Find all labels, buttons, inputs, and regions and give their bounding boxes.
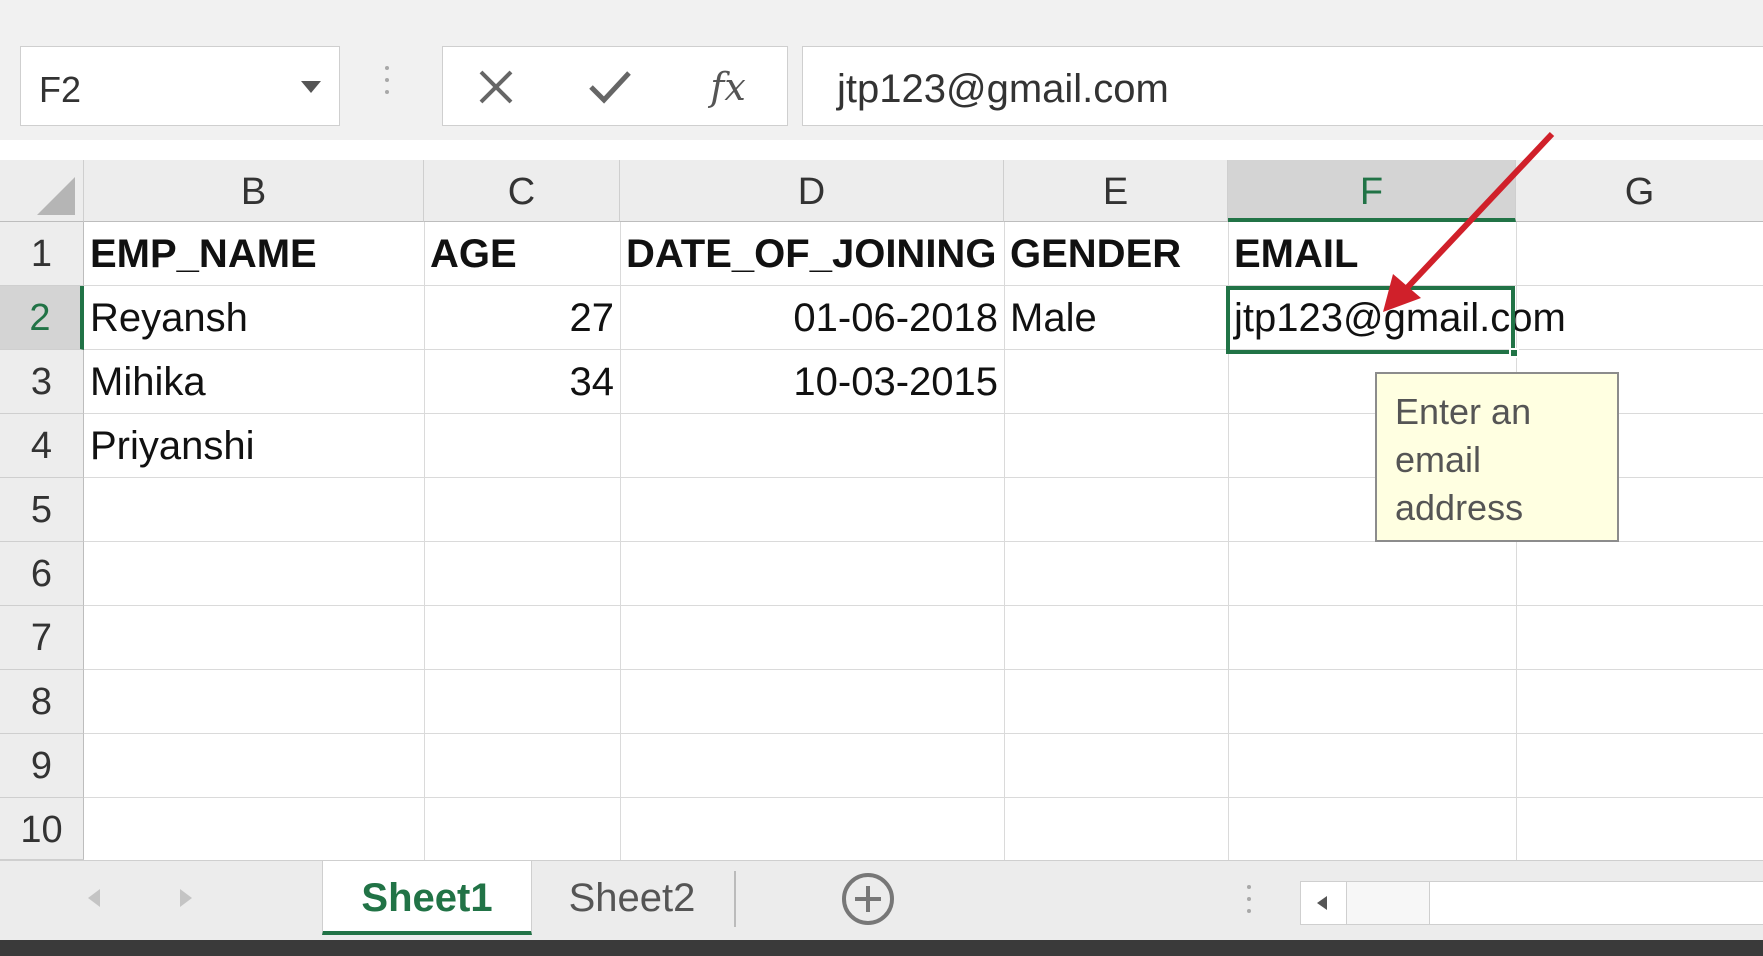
row-header-4[interactable]: 4 <box>0 414 84 478</box>
column-header-f[interactable]: F <box>1228 160 1516 222</box>
column-header-d[interactable]: D <box>620 160 1004 222</box>
row-header-8[interactable]: 8 <box>0 670 84 734</box>
cell-c3[interactable]: 34 <box>424 350 620 414</box>
tooltip-line-1: Enter an <box>1395 391 1532 432</box>
formula-input[interactable]: jtp123@gmail.com <box>802 46 1763 126</box>
gridline <box>84 733 1763 734</box>
cell-b4[interactable]: Priyanshi <box>84 414 424 478</box>
cell-b2[interactable]: Reyansh <box>84 286 424 350</box>
formula-buttons: fx <box>442 46 788 126</box>
chevron-down-icon[interactable] <box>301 81 321 93</box>
input-message-tooltip: Enter an email address <box>1375 372 1619 542</box>
x-icon <box>479 70 513 104</box>
row-header-10[interactable]: 10 <box>0 798 84 860</box>
cell-d1[interactable]: DATE_OF_JOINING <box>620 222 1004 286</box>
function-icon: fx <box>710 65 746 109</box>
check-icon <box>589 71 631 104</box>
column-header-c[interactable]: C <box>424 160 620 222</box>
gridline <box>84 605 1763 606</box>
row-header-7[interactable]: 7 <box>0 606 84 670</box>
row-header-1[interactable]: 1 <box>0 222 84 286</box>
row-header-5[interactable]: 5 <box>0 478 84 542</box>
sheet-tab-sheet2[interactable]: Sheet2 <box>540 861 724 935</box>
tooltip-line-3: address <box>1395 487 1524 528</box>
column-header-g[interactable]: G <box>1516 160 1763 222</box>
cell-c1[interactable]: AGE <box>424 222 620 286</box>
sheet-tab-bar: Sheet1 Sheet2 <box>0 860 1763 940</box>
cell-b1[interactable]: EMP_NAME <box>84 222 424 286</box>
cancel-button[interactable] <box>461 57 531 117</box>
insert-function-button[interactable]: fx <box>693 57 763 117</box>
enter-button[interactable] <box>575 57 645 117</box>
formula-bar-area: F2 fx jtp123@gmail.com <box>0 0 1763 140</box>
cell-f1[interactable]: EMAIL <box>1228 222 1516 286</box>
row-header-2[interactable]: 2 <box>0 286 84 350</box>
row-header-3[interactable]: 3 <box>0 350 84 414</box>
formula-input-value: jtp123@gmail.com <box>837 67 1169 111</box>
tab-separator <box>734 871 736 927</box>
tooltip-line-2: email <box>1395 439 1482 480</box>
column-header-b[interactable]: B <box>84 160 424 222</box>
column-header-e[interactable]: E <box>1004 160 1228 222</box>
more-options-icon[interactable] <box>1246 885 1252 925</box>
add-sheet-icon[interactable] <box>840 871 896 927</box>
fill-handle[interactable] <box>1509 348 1519 358</box>
gridline <box>84 669 1763 670</box>
gridline <box>84 797 1763 798</box>
scroll-tabs-right-icon[interactable] <box>180 889 192 907</box>
cell-e2[interactable]: Male <box>1004 286 1228 350</box>
cell-e1[interactable]: GENDER <box>1004 222 1228 286</box>
horizontal-scrollbar[interactable] <box>1300 881 1763 925</box>
scroll-left-icon[interactable] <box>1301 882 1347 924</box>
name-box[interactable]: F2 <box>20 46 340 126</box>
cell-c2[interactable]: 27 <box>424 286 620 350</box>
scroll-tabs-left-icon[interactable] <box>88 889 100 907</box>
row-header-9[interactable]: 9 <box>0 734 84 798</box>
cell-d3[interactable]: 10-03-2015 <box>620 350 1004 414</box>
name-box-value: F2 <box>39 69 82 110</box>
status-strip <box>0 940 1763 956</box>
cell-b3[interactable]: Mihika <box>84 350 424 414</box>
active-cell-selection[interactable] <box>1226 286 1519 358</box>
scrollbar-thumb[interactable] <box>1429 882 1763 924</box>
cell-d2[interactable]: 01-06-2018 <box>620 286 1004 350</box>
more-options-icon[interactable] <box>384 66 390 106</box>
row-header-6[interactable]: 6 <box>0 542 84 606</box>
select-all-button[interactable] <box>0 160 84 222</box>
sheet-tab-sheet1[interactable]: Sheet1 <box>322 861 532 935</box>
